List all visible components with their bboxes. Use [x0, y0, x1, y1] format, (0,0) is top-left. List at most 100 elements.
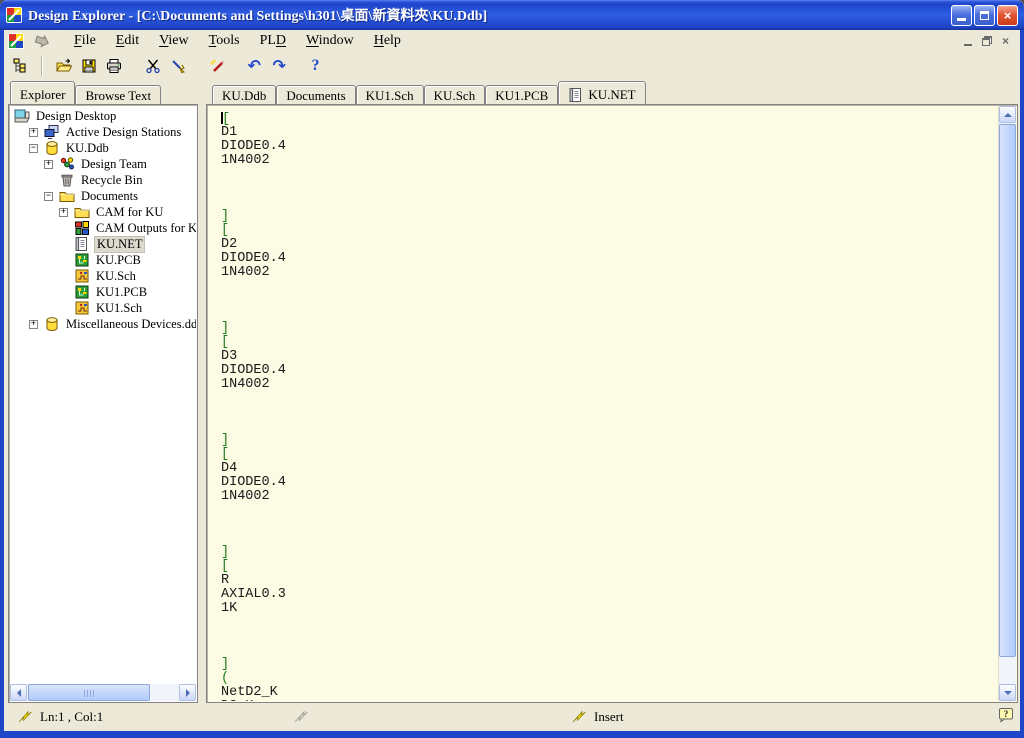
expand-plus-icon[interactable]: +	[44, 160, 53, 169]
app-logo-icon	[6, 7, 22, 23]
collapse-minus-icon[interactable]: −	[29, 144, 38, 153]
menu-arrow-icon[interactable]	[34, 33, 50, 49]
menu-pld[interactable]: PLD	[250, 31, 296, 51]
cut-button[interactable]	[140, 54, 165, 78]
editor-line	[221, 168, 998, 182]
horizontal-scroll-thumb[interactable]	[28, 684, 150, 701]
tree-item-ku1-sch[interactable]: KU1.Sch	[10, 300, 196, 316]
scroll-up-button[interactable]	[999, 106, 1016, 123]
editor-line: ]	[221, 210, 998, 224]
print-button[interactable]	[101, 54, 126, 78]
tab-browse-text[interactable]: Browse Text	[75, 85, 161, 104]
maximize-button[interactable]	[974, 5, 995, 26]
close-icon: ×	[1004, 9, 1012, 22]
editor-line	[221, 280, 998, 294]
open-folder-icon	[56, 58, 72, 74]
doc-tab-ku-ddb[interactable]: KU.Ddb	[212, 85, 276, 104]
tree-item-design-desktop[interactable]: Design Desktop	[10, 108, 196, 124]
vertical-scroll-thumb[interactable]	[999, 124, 1016, 657]
doc-tab-ku1-sch[interactable]: KU1.Sch	[356, 85, 424, 104]
menu-file[interactable]: File	[64, 31, 106, 51]
undo-icon: ↶	[248, 58, 264, 74]
menu-items: FileEditViewToolsPLDWindowHelp	[64, 30, 411, 52]
redo-button[interactable]: ↷	[268, 54, 293, 78]
netlist-editor[interactable]: [D1DIODE0.41N4002 ][D2DIODE0.41N4002 ][D…	[208, 106, 999, 701]
editor-line: DIODE0.4	[221, 252, 998, 266]
scroll-right-button[interactable]	[179, 684, 196, 701]
expand-plus-icon[interactable]: +	[59, 208, 68, 217]
editor-line	[221, 616, 998, 630]
database-icon	[44, 316, 60, 332]
doc-tab-documents[interactable]: Documents	[276, 85, 355, 104]
editor-line: ]	[221, 658, 998, 672]
menu-help[interactable]: Help	[364, 31, 411, 51]
tree-item-ku-sch[interactable]: KU.Sch	[10, 268, 196, 284]
tree-item-design-team[interactable]: +Design Team	[10, 156, 196, 172]
mdi-minimize-button[interactable]	[959, 33, 976, 48]
folder-tree: Design Desktop+Active Design Stations−KU…	[10, 108, 196, 683]
right-arrow-icon	[186, 689, 194, 697]
editor-line: D3	[221, 350, 998, 364]
editor-line: DIODE0.4	[221, 140, 998, 154]
tree-item-documents[interactable]: −Documents	[10, 188, 196, 204]
sch-icon	[74, 300, 90, 316]
expand-plus-icon[interactable]: +	[29, 128, 38, 137]
collapse-minus-icon[interactable]: −	[44, 192, 53, 201]
sch-icon	[74, 268, 90, 284]
scroll-down-button[interactable]	[999, 684, 1016, 701]
doc-tab-ku1-pcb[interactable]: KU1.PCB	[485, 85, 558, 104]
undo-button[interactable]: ↶	[243, 54, 268, 78]
menu-tools[interactable]: Tools	[199, 31, 250, 51]
editor-line: R	[221, 574, 998, 588]
tree-item-ku-ddb[interactable]: −KU.Ddb	[10, 140, 196, 156]
tab-label: Explorer	[20, 87, 65, 103]
open-document-button[interactable]	[51, 54, 76, 78]
mdi-close-icon: ×	[1002, 35, 1009, 47]
tree-item-active-design-stations[interactable]: +Active Design Stations	[10, 124, 196, 140]
help-balloon-icon[interactable]: ?	[998, 707, 1014, 723]
tree-item-recycle-bin[interactable]: Recycle Bin	[10, 172, 196, 188]
editor-line: [	[221, 560, 998, 574]
menu-view[interactable]: View	[149, 31, 199, 51]
editor-line	[221, 532, 998, 546]
tree-horizontal-scrollbar[interactable]	[10, 684, 196, 701]
minimize-button[interactable]	[951, 5, 972, 26]
menu-window[interactable]: Window	[296, 31, 364, 51]
doc-tab-ku-sch[interactable]: KU.Sch	[424, 85, 486, 104]
text-cursor	[221, 112, 223, 124]
toolbar-separator	[41, 56, 43, 76]
tab-label: Browse Text	[85, 88, 151, 104]
doc-tab-ku-net[interactable]: KU.NET	[558, 81, 645, 104]
mdi-close-button[interactable]: ×	[997, 33, 1014, 48]
editor-line: D2-K	[221, 700, 998, 701]
text-editor-panel: [D1DIODE0.41N4002 ][D2DIODE0.41N4002 ][D…	[206, 104, 1018, 703]
tree-item-ku-pcb[interactable]: KU.PCB	[10, 252, 196, 268]
paste-button[interactable]	[165, 54, 190, 78]
netdoc-icon	[568, 87, 584, 103]
tab-explorer[interactable]: Explorer	[10, 81, 75, 104]
team-icon	[59, 156, 75, 172]
close-button[interactable]: ×	[997, 5, 1018, 26]
tree-item-ku1-pcb[interactable]: KU1.PCB	[10, 284, 196, 300]
document-system-menu-icon[interactable]	[8, 33, 24, 49]
tree-item-miscellaneous-devices-ddb[interactable]: +Miscellaneous Devices.ddb	[10, 316, 196, 332]
main-toolbar: ↶↷?	[4, 52, 1020, 80]
expand-plus-icon[interactable]: +	[29, 320, 38, 329]
window-border-right	[1020, 28, 1024, 738]
wizard-button[interactable]	[204, 54, 229, 78]
window-border-bottom	[0, 731, 1024, 738]
save-button[interactable]	[76, 54, 101, 78]
menu-edit[interactable]: Edit	[106, 31, 149, 51]
scroll-left-button[interactable]	[10, 684, 27, 701]
tree-item-ku-net[interactable]: KU.NET	[10, 236, 196, 252]
help-button[interactable]: ?	[307, 54, 332, 78]
tree-item-cam-for-ku[interactable]: +CAM for KU	[10, 204, 196, 220]
mdi-restore-button[interactable]	[978, 33, 995, 48]
tree-item-cam-outputs-for-ku[interactable]: CAM Outputs for KU	[10, 220, 196, 236]
explorer-toggle-button[interactable]	[8, 54, 33, 78]
title-bar[interactable]: Design Explorer - [C:\Documents and Sett…	[0, 0, 1024, 30]
editor-line: D2	[221, 238, 998, 252]
editor-vertical-scrollbar[interactable]	[999, 106, 1016, 701]
editor-line: D1	[221, 126, 998, 140]
editor-line: 1K	[221, 602, 998, 616]
